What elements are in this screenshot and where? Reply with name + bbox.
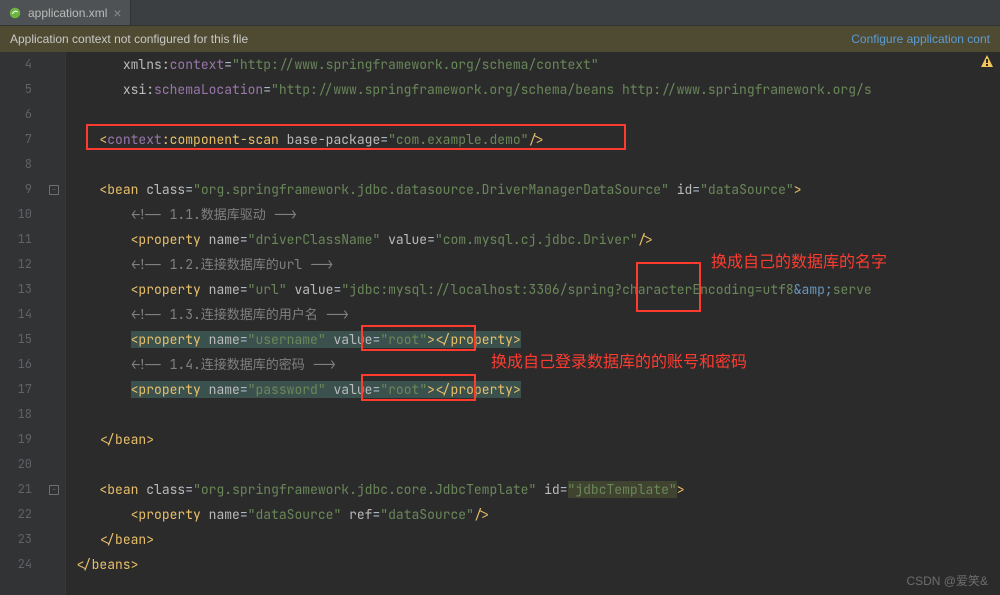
code-line: <!-- 1.1.数据库驱动 --> bbox=[76, 202, 1000, 227]
code-line: </bean> bbox=[76, 427, 1000, 452]
code-line bbox=[76, 102, 1000, 127]
fold-minus-icon[interactable]: - bbox=[49, 485, 59, 495]
code-line bbox=[76, 402, 1000, 427]
file-tab[interactable]: application.xml × bbox=[0, 0, 131, 25]
tab-filename: application.xml bbox=[28, 6, 107, 20]
spring-file-icon bbox=[8, 6, 22, 20]
watermark: CSDN @爱笑& bbox=[906, 572, 988, 589]
code-line bbox=[76, 152, 1000, 177]
code-line: <property name="url" value="jdbc:mysql:/… bbox=[76, 277, 1000, 302]
code-line: <property name="username" value="root"><… bbox=[76, 327, 1000, 352]
close-icon[interactable]: × bbox=[113, 5, 121, 21]
warning-icon bbox=[980, 54, 994, 68]
code-line: <property name="dataSource" ref="dataSou… bbox=[76, 502, 1000, 527]
code-line bbox=[76, 452, 1000, 477]
code-editor[interactable]: 4 5 6 7 8 9 10 11 12 13 14 15 16 17 18 1… bbox=[0, 52, 1000, 595]
configure-link[interactable]: Configure application cont bbox=[851, 32, 990, 46]
code-line: xsi:schemaLocation="http://www.springfra… bbox=[76, 77, 1000, 102]
tab-bar: application.xml × bbox=[0, 0, 1000, 26]
code-line: <bean class="org.springframework.jdbc.da… bbox=[76, 177, 1000, 202]
code-line: <property name="driverClassName" value="… bbox=[76, 227, 1000, 252]
code-line: </bean> bbox=[76, 527, 1000, 552]
code-area[interactable]: xmlns:context="http://www.springframewor… bbox=[66, 52, 1000, 595]
code-line: <!-- 1.3.连接数据库的用户名 --> bbox=[76, 302, 1000, 327]
notice-text: Application context not configured for t… bbox=[10, 32, 248, 46]
code-line: </beans> bbox=[76, 552, 1000, 577]
code-line: <bean class="org.springframework.jdbc.co… bbox=[76, 477, 1000, 502]
code-line: <!-- 1.4.连接数据库的密码 --> bbox=[76, 352, 1000, 377]
fold-column: - - bbox=[42, 52, 66, 595]
line-number-gutter: 4 5 6 7 8 9 10 11 12 13 14 15 16 17 18 1… bbox=[0, 52, 42, 595]
code-line: <!-- 1.2.连接数据库的url --> bbox=[76, 252, 1000, 277]
fold-minus-icon[interactable]: - bbox=[49, 185, 59, 195]
code-line: <property name="password" value="root"><… bbox=[76, 377, 1000, 402]
notice-bar: Application context not configured for t… bbox=[0, 26, 1000, 52]
code-line: xmlns:context="http://www.springframewor… bbox=[76, 52, 1000, 77]
code-line: <context:component-scan base-package="co… bbox=[76, 127, 1000, 152]
